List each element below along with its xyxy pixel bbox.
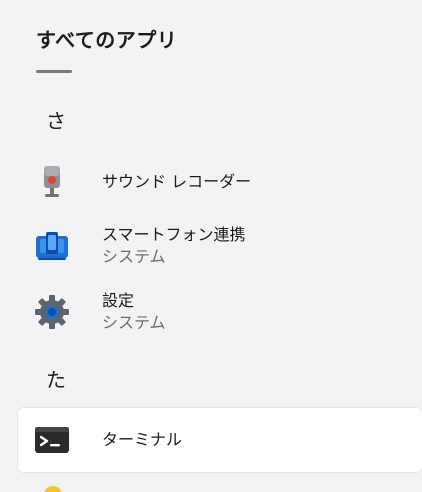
app-name: ターミナル [102,430,183,449]
app-subtitle: システム [102,247,166,266]
all-apps-panel: すべてのアプリ さ サウンド レコーダー スマートフォン連携 システム 設定 シ… [0,0,422,492]
title-underline [36,70,72,73]
terminal-icon [34,422,70,458]
all-apps-title: すべてのアプリ [36,28,178,52]
app-name: スマートフォン連携 [102,225,246,244]
section-letter-ta[interactable]: た [46,364,66,393]
app-name: 設定 [102,291,135,310]
next-app-icon[interactable] [44,486,62,492]
app-item-sound-recorder[interactable]: サウンド レコーダー [18,150,422,214]
app-name: サウンド レコーダー [102,172,252,191]
microphone-icon [34,164,70,200]
app-item-settings[interactable]: 設定 システム [18,280,422,344]
app-subtitle: システム [102,313,166,332]
app-item-phone-link[interactable]: スマートフォン連携 システム [18,214,422,278]
section-letter-sa[interactable]: さ [46,105,66,134]
gear-icon [34,294,70,330]
app-item-terminal[interactable]: ターミナル [18,408,422,472]
phone-link-icon [34,228,70,264]
